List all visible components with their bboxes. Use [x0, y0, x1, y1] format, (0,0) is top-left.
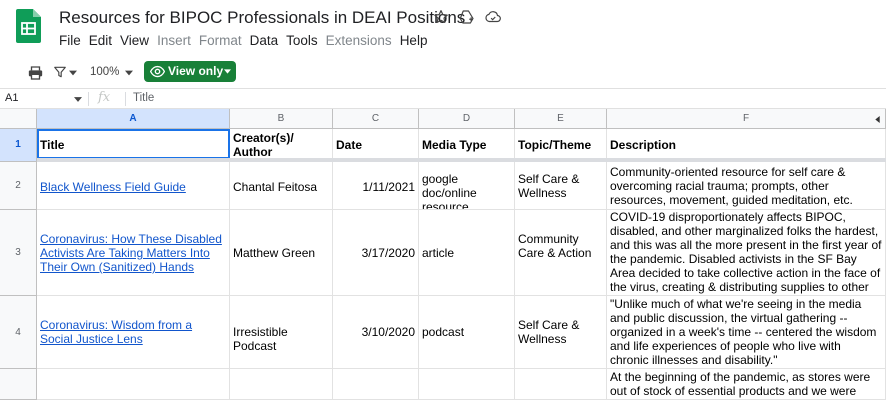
cell-title-link[interactable]: Coronavirus: How These Disabled Activist… [37, 210, 230, 296]
column-header-d[interactable]: D [419, 109, 515, 129]
filter-dropdown-icon[interactable] [69, 70, 77, 76]
menu-help[interactable]: Help [400, 33, 435, 48]
cell-creator[interactable]: Matthew Green [230, 210, 333, 296]
move-to-drive-icon[interactable] [458, 8, 476, 26]
column-header-f[interactable]: F [607, 109, 886, 129]
cloud-saved-icon[interactable] [484, 8, 502, 26]
cell-date[interactable] [333, 369, 419, 400]
cell-description[interactable]: COVID-19 disproportionately affects BIPO… [607, 210, 886, 296]
formula-separator [88, 92, 89, 106]
cell-media-type[interactable]: podcast [419, 296, 515, 369]
document-title[interactable]: Resources for BIPOC Professionals in DEA… [59, 8, 465, 28]
cell-date[interactable]: 3/17/2020 [333, 210, 419, 296]
column-header-a[interactable]: A [37, 109, 230, 129]
spreadsheet-grid: A B C D E F 1 Title Creator(s)/ Author D… [0, 109, 886, 400]
menu-view[interactable]: View [120, 33, 156, 48]
cell-creator[interactable]: Chantal Feitosa [230, 162, 333, 210]
view-only-label: View only [168, 64, 224, 78]
header-cell-creator[interactable]: Creator(s)/ Author [230, 129, 333, 159]
header-cell-description[interactable]: Description [607, 129, 886, 159]
formula-input[interactable]: Title [133, 92, 154, 104]
eye-icon [150, 65, 165, 78]
menu-data[interactable]: Data [250, 33, 286, 48]
row-header-2[interactable]: 2 [0, 162, 37, 210]
cell-topic[interactable]: Community Care & Action [515, 210, 607, 296]
sheets-logo-icon[interactable] [16, 9, 41, 43]
cell-creator[interactable]: Irresistible Podcast [230, 296, 333, 369]
cell-date[interactable]: 3/10/2020 [333, 296, 419, 369]
fx-icon: fx [98, 90, 111, 105]
header-cell-topic[interactable]: Topic/Theme [515, 129, 607, 159]
cell-date[interactable]: 1/11/2021 [333, 162, 419, 210]
menu-file[interactable]: File [59, 33, 88, 48]
name-box-dropdown-icon[interactable] [74, 97, 82, 102]
cell-title-link[interactable]: Black Wellness Field Guide [37, 162, 230, 210]
select-all-corner[interactable] [0, 109, 37, 129]
row-header-1[interactable]: 1 [0, 129, 37, 162]
cell-description[interactable]: "Unlike much of what we're seeing in the… [607, 296, 886, 369]
cell-media-type[interactable] [419, 369, 515, 400]
cell-creator[interactable] [230, 369, 333, 400]
scroll-left-icon[interactable] [875, 116, 880, 123]
column-header-c[interactable]: C [333, 109, 419, 129]
cell-topic[interactable] [515, 369, 607, 400]
menu-format[interactable]: Format [199, 33, 249, 48]
selected-cell-outline [37, 129, 230, 159]
menu-extensions[interactable]: Extensions [326, 33, 399, 48]
cell-topic[interactable]: Self Care & Wellness [515, 296, 607, 369]
cell-media-type[interactable]: google doc/online resource [419, 162, 515, 210]
formula-bar: A1 fx Title [0, 88, 886, 109]
view-only-button[interactable]: View only [144, 61, 236, 82]
header-cell-media-type[interactable]: Media Type [419, 129, 515, 159]
formula-separator [125, 92, 126, 106]
cell-description[interactable]: Community-oriented resource for self car… [607, 162, 886, 210]
filter-icon[interactable] [53, 65, 67, 79]
menu-insert[interactable]: Insert [157, 33, 198, 48]
view-only-dropdown-icon [224, 69, 231, 74]
zoom-dropdown-icon[interactable] [125, 70, 133, 76]
column-header-e[interactable]: E [515, 109, 607, 129]
menu-bar: File Edit View Insert Format Data Tools … [59, 33, 435, 48]
menu-tools[interactable]: Tools [286, 33, 325, 48]
toolbar: 100% [0, 56, 886, 88]
row-header-4[interactable]: 4 [0, 296, 37, 369]
print-icon[interactable] [27, 65, 44, 81]
column-header-b[interactable]: B [230, 109, 333, 129]
cell-description[interactable]: At the beginning of the pandemic, as sto… [607, 369, 886, 400]
zoom-select[interactable]: 100% [90, 66, 119, 78]
name-box[interactable]: A1 [5, 92, 18, 104]
header-cell-date[interactable]: Date [333, 129, 419, 159]
row-header-5[interactable] [0, 369, 37, 400]
cell-title-link[interactable]: Coronavirus: Wisdom from a Social Justic… [37, 296, 230, 369]
star-icon[interactable] [432, 8, 450, 26]
cell-topic[interactable]: Self Care & Wellness [515, 162, 607, 210]
cell-title-link[interactable] [37, 369, 230, 400]
cell-media-type[interactable]: article [419, 210, 515, 296]
menu-edit[interactable]: Edit [89, 33, 119, 48]
title-bar: Resources for BIPOC Professionals in DEA… [0, 0, 886, 56]
row-header-3[interactable]: 3 [0, 210, 37, 296]
